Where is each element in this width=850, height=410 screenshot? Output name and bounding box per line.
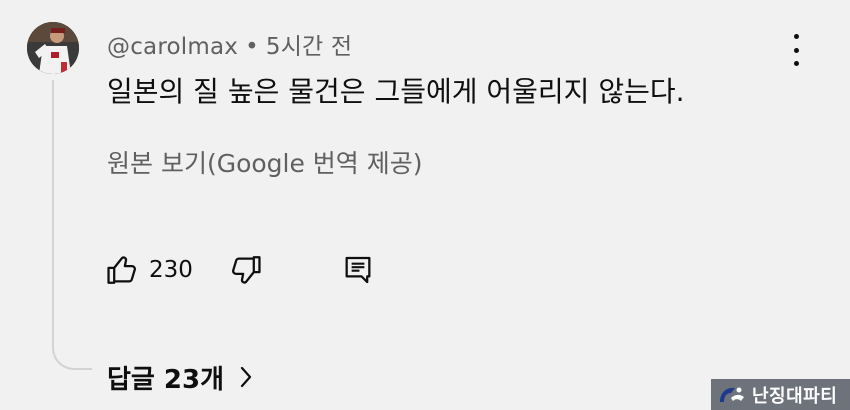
thumbs-up-icon bbox=[107, 256, 136, 284]
site-watermark: 난징대파티 bbox=[711, 379, 850, 410]
reply-thread-line bbox=[52, 80, 92, 370]
like-button[interactable]: 230 bbox=[105, 250, 193, 290]
watermark-text: 난징대파티 bbox=[752, 385, 838, 407]
like-count: 230 bbox=[149, 257, 193, 283]
comment-meta: @carolmax • 5시간 전 bbox=[107, 27, 352, 61]
timestamp[interactable]: 5시간 전 bbox=[266, 34, 352, 60]
reply-icon bbox=[345, 256, 371, 284]
reply-button[interactable] bbox=[341, 250, 375, 290]
author-name[interactable]: @carolmax bbox=[107, 34, 238, 60]
avatar[interactable] bbox=[27, 22, 79, 74]
thumbs-down-icon bbox=[232, 256, 261, 284]
replies-count-label: 답글 23개 bbox=[107, 364, 224, 395]
comment-actions: 230 bbox=[105, 250, 405, 290]
watermark-logo-icon bbox=[720, 387, 744, 402]
more-vert-icon[interactable] bbox=[784, 34, 808, 66]
meta-separator: • bbox=[245, 34, 259, 60]
avatar-photo bbox=[27, 22, 79, 74]
chevron-right-icon bbox=[240, 366, 252, 388]
comment-text: 일본의 질 높은 물건은 그들에게 어울리지 않는다. bbox=[107, 75, 685, 108]
dislike-button[interactable] bbox=[229, 250, 263, 290]
see-original-link[interactable]: 원본 보기(Google 번역 제공) bbox=[107, 144, 423, 180]
replies-toggle[interactable]: 답글 23개 bbox=[107, 357, 254, 397]
